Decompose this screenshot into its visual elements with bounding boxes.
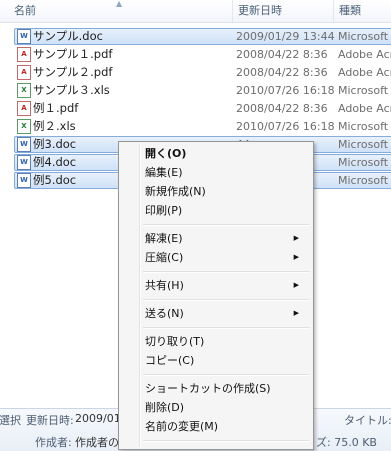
file-date: 2008/04/22 8:36	[236, 102, 328, 115]
menu-item[interactable]: コピー(C)	[121, 351, 311, 370]
menu-item[interactable]: 切り取り(T)	[121, 332, 311, 351]
submenu-arrow-icon: ▶	[293, 281, 299, 289]
word-doc-icon: W	[17, 137, 31, 152]
menu-separator	[143, 224, 309, 226]
menu-separator	[143, 374, 309, 376]
file-type: Microsoft O	[338, 174, 391, 187]
file-row[interactable]: X サンプル３.xls 2010/07/26 16:18 Microsoft O	[0, 82, 391, 100]
file-name: サンプル２.pdf	[33, 65, 113, 79]
column-header-name[interactable]: 名前	[0, 0, 232, 22]
submenu-arrow-icon: ▶	[293, 234, 299, 242]
file-date: 2009/01/29 13:44	[236, 30, 335, 43]
submenu-arrow-icon: ▶	[293, 253, 299, 261]
file-type: Adobe Acro	[338, 66, 391, 79]
modified-value: 2009/01	[75, 412, 121, 425]
pdf-icon: A	[17, 47, 31, 62]
file-date: 2010/07/26 16:18	[236, 120, 335, 133]
file-type: Adobe Acro	[338, 48, 391, 61]
menu-item-label: 新規作成(N)	[145, 185, 206, 198]
menu-item[interactable]: 圧縮(C) ▶	[121, 248, 311, 267]
submenu-arrow-icon: ▶	[293, 309, 299, 317]
file-row[interactable]: W サンプル.doc 2009/01/29 13:44 Microsoft O	[0, 28, 391, 46]
column-header-type[interactable]: 種類	[333, 0, 391, 22]
pdf-icon: A	[17, 101, 31, 116]
file-type: Adobe Acro	[338, 102, 391, 115]
menu-item[interactable]: 送る(N) ▶	[121, 304, 311, 323]
menu-item[interactable]: 編集(E)	[121, 163, 311, 182]
word-doc-icon: W	[17, 29, 31, 44]
menu-item-label: 名前の変更(M)	[145, 420, 219, 433]
menu-item[interactable]: 共有(H) ▶	[121, 276, 311, 295]
author-label: 作成者:	[35, 436, 72, 449]
menu-separator	[143, 271, 309, 273]
file-name: 例１.pdf	[33, 101, 79, 115]
title-label: タイトル:	[344, 414, 391, 427]
modified-label: 更新日時:	[26, 414, 74, 427]
file-type: Microsoft O	[338, 84, 391, 97]
menu-item[interactable]: 開く(O)	[121, 144, 311, 163]
size-value: ズ: 75.0 KB	[316, 436, 377, 449]
menu-item-label: 開く(O)	[145, 147, 187, 160]
menu-item[interactable]: ショートカットの作成(S)	[121, 379, 311, 398]
menu-item-label: 編集(E)	[145, 166, 183, 179]
menu-item[interactable]: 印刷(P)	[121, 201, 311, 220]
menu-item[interactable]: 名前の変更(M)	[121, 417, 311, 436]
menu-separator	[143, 299, 309, 301]
file-row[interactable]: A 例１.pdf 2008/04/22 8:36 Adobe Acro	[0, 100, 391, 118]
file-name: サンプル３.xls	[33, 83, 110, 97]
pdf-icon: A	[17, 65, 31, 80]
column-header-bar: ▲ 名前 更新日時 種類	[0, 0, 391, 23]
selection-label: 選択	[0, 414, 21, 427]
file-name: サンプル１.pdf	[33, 47, 113, 61]
file-name: 例4.doc	[33, 155, 77, 169]
menu-item[interactable]: 新規作成(N)	[121, 182, 311, 201]
menu-item[interactable]: 解凍(E) ▶	[121, 229, 311, 248]
context-menu: 開く(O) 編集(E) 新規作成(N) 印刷(P) 解凍(E) ▶ 圧縮(C) ▶ 共有(H) ▶…	[118, 141, 314, 450]
file-name: サンプル.doc	[33, 29, 103, 43]
menu-item-label: 切り取り(T)	[145, 335, 205, 348]
menu-item-label: 解凍(E)	[145, 232, 183, 245]
menu-separator	[143, 440, 309, 442]
word-doc-icon: W	[17, 173, 31, 188]
file-name: 例5.doc	[33, 173, 77, 187]
menu-item-label: コピー(C)	[145, 354, 195, 367]
file-date: 2008/04/22 8:36	[236, 66, 328, 79]
word-doc-icon: W	[17, 155, 31, 170]
file-date: 2008/04/22 8:36	[236, 48, 328, 61]
menu-item-label: 削除(D)	[145, 401, 185, 414]
file-row[interactable]: X 例２.xls 2010/07/26 16:18 Microsoft O	[0, 118, 391, 136]
menu-item-label: ショートカットの作成(S)	[145, 382, 271, 395]
file-name: 例3.doc	[33, 137, 77, 151]
menu-item-label: 印刷(P)	[145, 204, 183, 217]
file-type: Microsoft O	[338, 138, 391, 151]
menu-item-label: 圧縮(C)	[145, 251, 184, 264]
column-header-date-modified[interactable]: 更新日時	[232, 0, 333, 22]
menu-item-label: 送る(N)	[145, 307, 184, 320]
file-type: Microsoft O	[338, 30, 391, 43]
file-row[interactable]: A サンプル２.pdf 2008/04/22 8:36 Adobe Acro	[0, 64, 391, 82]
menu-item[interactable]: プロパティ(R)	[121, 445, 311, 449]
file-type: Microsoft O	[338, 156, 391, 169]
file-name: 例２.xls	[33, 119, 76, 133]
menu-item[interactable]: 削除(D)	[121, 398, 311, 417]
menu-separator	[143, 327, 309, 329]
menu-item-label: 共有(H)	[145, 279, 184, 292]
file-date: 2010/07/26 16:18	[236, 84, 335, 97]
file-row[interactable]: A サンプル１.pdf 2008/04/22 8:36 Adobe Acro	[0, 46, 391, 64]
excel-xls-icon: X	[17, 83, 31, 98]
file-type: Microsoft O	[338, 120, 391, 133]
excel-xls-icon: X	[17, 119, 31, 134]
